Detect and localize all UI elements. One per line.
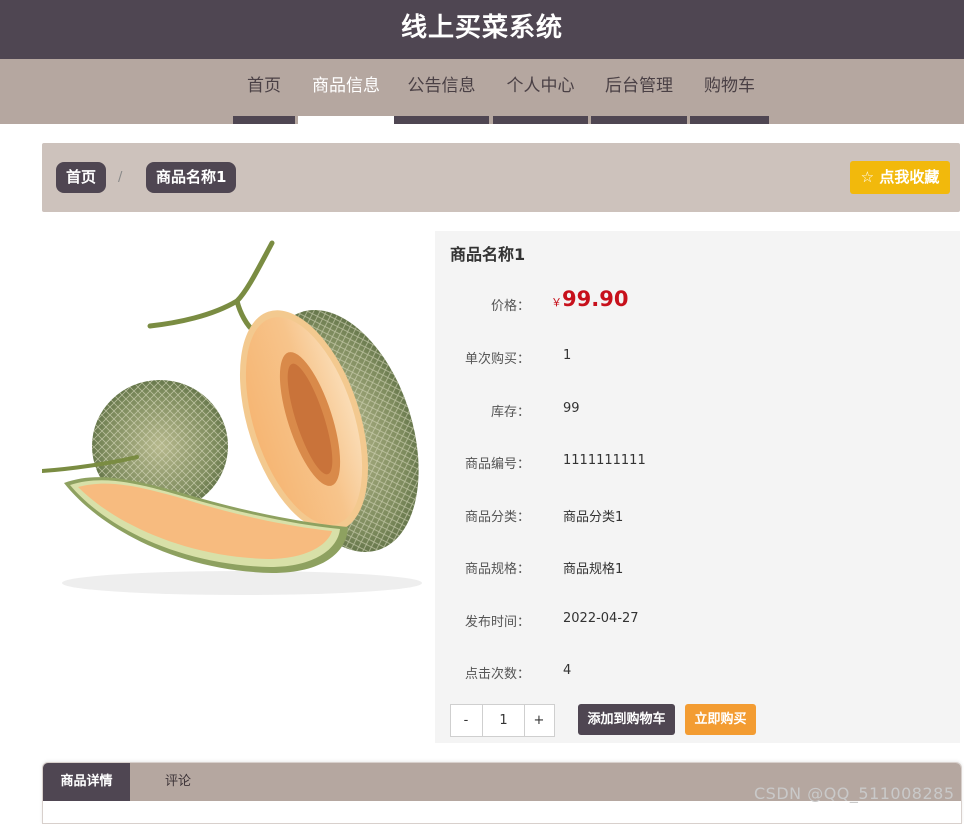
click-count-label: 点击次数：: [464, 667, 530, 682]
quantity-increase-button[interactable]: +: [524, 705, 554, 736]
breadcrumb-current[interactable]: 商品名称1: [146, 162, 237, 193]
watermark: CSDN @QQ_511008285: [754, 784, 955, 803]
favorite-button[interactable]: ☆ 点我收藏: [850, 161, 950, 194]
category-label: 商品分类：: [464, 510, 530, 525]
main-nav: 首页 商品信息 公告信息 个人中心 后台管理 购物车: [0, 59, 964, 124]
product-code-label: 商品编号：: [464, 457, 530, 472]
star-outline-icon: ☆: [860, 168, 875, 186]
nav-item-home[interactable]: 首页: [233, 59, 295, 116]
quantity-stepper: - +: [450, 704, 555, 737]
top-header: 线上买菜系统: [0, 0, 964, 59]
spec-label: 商品规格：: [464, 562, 530, 577]
tab-comments[interactable]: 评论: [143, 763, 213, 801]
category-value: 商品分类1: [563, 510, 624, 525]
product-image: [40, 231, 430, 601]
publish-date-label: 发布时间：: [464, 615, 530, 630]
quantity-input[interactable]: [482, 705, 525, 736]
nav-item-cart[interactable]: 购物车: [690, 59, 769, 116]
min-purchase-label: 单次购买：: [464, 352, 530, 367]
breadcrumb-home[interactable]: 首页: [56, 162, 107, 193]
product-code-value: 1111111111: [563, 453, 646, 468]
publish-date-value: 2022-04-27: [563, 611, 639, 626]
nav-item-admin[interactable]: 后台管理: [591, 59, 687, 116]
quantity-decrease-button[interactable]: -: [451, 705, 481, 736]
price-label: 价格：: [490, 299, 530, 314]
breadcrumb: 首页 / 商品名称1 ☆ 点我收藏: [42, 143, 960, 212]
nav-item-products[interactable]: 商品信息: [298, 59, 394, 116]
nav-underline-notices: [394, 116, 489, 124]
add-to-cart-button[interactable]: 添加到购物车: [578, 704, 675, 735]
nav-underline-products: [298, 116, 394, 124]
spec-value: 商品规格1: [563, 562, 624, 577]
buy-now-button[interactable]: 立即购买: [685, 704, 756, 735]
stock-value: 99: [563, 401, 580, 416]
nav-item-profile[interactable]: 个人中心: [493, 59, 588, 116]
site-title: 线上买菜系统: [400, 13, 563, 43]
min-purchase-value: 1: [563, 348, 572, 363]
product-detail-panel: 商品名称1 价格： ￥99.90 单次购买： 1 库存： 99 商品编号： 11…: [435, 231, 960, 743]
nav-underline-home: [233, 116, 295, 124]
nav-underline-cart: [690, 116, 769, 124]
favorite-label: 点我收藏: [879, 168, 940, 186]
currency-symbol: ￥: [551, 296, 562, 309]
nav-underline-profile: [493, 116, 588, 124]
price-value: ￥99.90: [551, 287, 628, 311]
price-amount: 99.90: [562, 287, 629, 311]
breadcrumb-separator: /: [118, 170, 123, 185]
nav-item-notices[interactable]: 公告信息: [394, 59, 489, 116]
tab-product-details[interactable]: 商品详情: [43, 763, 130, 801]
stock-label: 库存：: [490, 405, 530, 420]
nav-underline-admin: [591, 116, 687, 124]
product-name: 商品名称1: [450, 245, 526, 264]
click-count-value: 4: [563, 663, 572, 678]
